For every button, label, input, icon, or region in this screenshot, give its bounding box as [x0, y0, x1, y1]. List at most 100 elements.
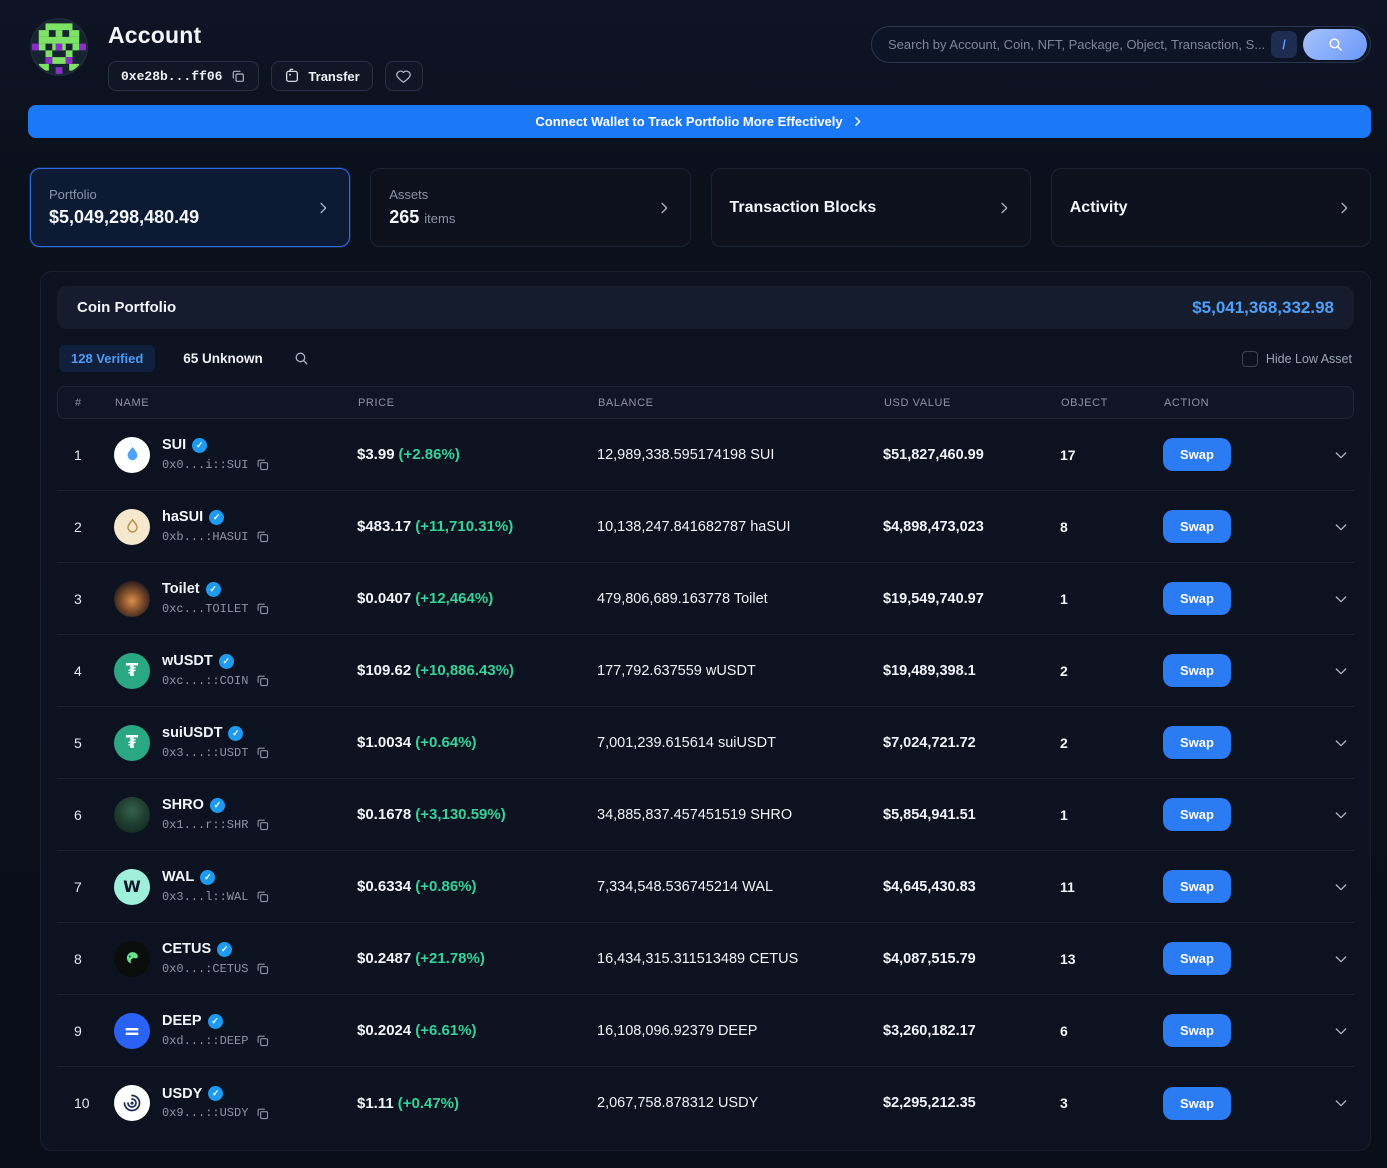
summary-cards: Portfolio $5,049,298,480.49 Assets 265it…	[30, 168, 1371, 247]
table-row[interactable]: 3 Toilet ✓ 0xc...TOILET $0.0407(+12,464%…	[57, 563, 1354, 635]
copy-coin-address-icon[interactable]	[255, 457, 270, 472]
copy-coin-address-icon[interactable]	[255, 745, 270, 760]
verified-badge-icon: ✓	[209, 510, 224, 525]
sui-coin-icon	[114, 437, 150, 473]
swap-button[interactable]: Swap	[1163, 654, 1231, 687]
portfolio-card-value: $5,049,298,480.49	[49, 207, 199, 228]
coin-rank: 7	[74, 879, 114, 895]
coin-price-cell: $0.0407(+12,464%)	[357, 590, 597, 607]
copy-coin-address-icon[interactable]	[255, 529, 270, 544]
wallet-icon	[284, 68, 300, 84]
coin-price: $0.0407	[357, 590, 411, 607]
swap-button[interactable]: Swap	[1163, 582, 1231, 615]
swap-button[interactable]: Swap	[1163, 1014, 1231, 1047]
assets-card[interactable]: Assets 265items	[370, 168, 690, 247]
table-row[interactable]: 4 ₮ wUSDT ✓ 0xc...::COIN $109.62(+10,886…	[57, 635, 1354, 707]
chevron-down-icon[interactable]	[1333, 951, 1349, 967]
coin-portfolio-panel: Coin Portfolio $5,041,368,332.98 128 Ver…	[40, 271, 1371, 1151]
favorite-button[interactable]	[385, 61, 423, 91]
table-row[interactable]: 9 = DEEP ✓ 0xd...::DEEP $0.2024(+6.61%) …	[57, 995, 1354, 1067]
table-row[interactable]: 2 haSUI ✓ 0xb...:HASUI $483.17(+11,710.3…	[57, 491, 1354, 563]
copy-coin-address-icon[interactable]	[255, 889, 270, 904]
chevron-down-icon[interactable]	[1333, 663, 1349, 679]
activity-card[interactable]: Activity	[1051, 168, 1371, 247]
col-balance: BALANCE	[598, 397, 884, 409]
swap-button[interactable]: Swap	[1163, 798, 1231, 831]
coin-address: 0xb...:HASUI	[162, 530, 248, 544]
coin-price-cell: $1.11(+0.47%)	[357, 1095, 597, 1112]
copy-address-icon[interactable]	[230, 68, 246, 84]
coin-price-cell: $0.1678(+3,130.59%)	[357, 806, 597, 823]
coin-address: 0x3...::USDT	[162, 746, 248, 760]
tab-unknown[interactable]: 65 Unknown	[183, 351, 263, 366]
verified-badge-icon: ✓	[217, 942, 232, 957]
price-change: (+0.64%)	[415, 734, 476, 751]
copy-coin-address-icon[interactable]	[255, 961, 270, 976]
table-row[interactable]: 1 SUI ✓ 0x0...i::SUI $3.99(+2.86%) 12,98…	[57, 419, 1354, 491]
coin-name: USDY	[162, 1086, 202, 1102]
copy-coin-address-icon[interactable]	[255, 1106, 270, 1121]
coin-address: 0xd...::DEEP	[162, 1034, 248, 1048]
usdy-coin-icon	[114, 1085, 150, 1121]
hide-low-asset-checkbox[interactable]	[1242, 351, 1258, 367]
connect-wallet-banner[interactable]: Connect Wallet to Track Portfolio More E…	[28, 105, 1371, 138]
coin-name: WAL	[162, 869, 194, 885]
transaction-blocks-label: Transaction Blocks	[730, 199, 877, 217]
table-row[interactable]: 5 ₮ suiUSDT ✓ 0x3...::USDT $1.0034(+0.64…	[57, 707, 1354, 779]
chevron-right-icon	[656, 200, 672, 216]
wusdt-coin-icon: ₮	[114, 653, 150, 689]
coin-portfolio-title: Coin Portfolio	[77, 299, 176, 316]
price-change: (+6.61%)	[415, 1022, 476, 1039]
swap-button[interactable]: Swap	[1163, 438, 1231, 471]
table-row[interactable]: 7 W WAL ✓ 0x3...l::WAL $0.6334(+0.86%) 7…	[57, 851, 1354, 923]
verified-badge-icon: ✓	[200, 870, 215, 885]
search-input[interactable]	[888, 37, 1271, 52]
col-price: PRICE	[358, 397, 598, 409]
chevron-down-icon[interactable]	[1333, 1095, 1349, 1111]
transaction-blocks-card[interactable]: Transaction Blocks	[711, 168, 1031, 247]
toilet-coin-icon	[114, 581, 150, 617]
object-count: 2	[1060, 663, 1163, 679]
chevron-down-icon[interactable]	[1333, 807, 1349, 823]
transfer-button[interactable]: Transfer	[271, 61, 372, 91]
copy-coin-address-icon[interactable]	[255, 817, 270, 832]
chevron-down-icon[interactable]	[1333, 591, 1349, 607]
chevron-right-icon	[1336, 200, 1352, 216]
account-address-chip[interactable]: 0xe28b...ff06	[108, 61, 259, 91]
coin-address: 0xc...::COIN	[162, 674, 248, 688]
swap-button[interactable]: Swap	[1163, 942, 1231, 975]
swap-button[interactable]: Swap	[1163, 726, 1231, 759]
coin-price-cell: $0.2487(+21.78%)	[357, 950, 597, 967]
object-count: 2	[1060, 735, 1163, 751]
swap-button[interactable]: Swap	[1163, 510, 1231, 543]
coin-price: $0.2024	[357, 1022, 411, 1039]
chevron-down-icon[interactable]	[1333, 1023, 1349, 1039]
coin-search-button[interactable]	[293, 350, 310, 367]
tab-verified[interactable]: 128 Verified	[59, 345, 155, 372]
coin-price: $3.99	[357, 446, 395, 463]
chevron-down-icon[interactable]	[1333, 735, 1349, 751]
table-row[interactable]: 6 SHRO ✓ 0x1...r::SHR $0.1678(+3,130.59%…	[57, 779, 1354, 851]
global-search-bar[interactable]: /	[871, 26, 1371, 63]
chevron-down-icon[interactable]	[1333, 519, 1349, 535]
coin-portfolio-total: $5,041,368,332.98	[1192, 298, 1334, 318]
copy-coin-address-icon[interactable]	[255, 1033, 270, 1048]
coin-price: $1.11	[357, 1095, 394, 1112]
object-count: 17	[1060, 447, 1163, 463]
coin-price: $0.6334	[357, 878, 411, 895]
swap-button[interactable]: Swap	[1163, 1087, 1231, 1120]
copy-coin-address-icon[interactable]	[255, 601, 270, 616]
chevron-down-icon[interactable]	[1333, 879, 1349, 895]
hide-low-asset-label: Hide Low Asset	[1266, 352, 1352, 366]
hide-low-asset-toggle[interactable]: Hide Low Asset	[1242, 351, 1352, 367]
price-change: (+0.86%)	[415, 878, 476, 895]
search-submit-button[interactable]	[1303, 29, 1367, 60]
copy-coin-address-icon[interactable]	[255, 673, 270, 688]
swap-button[interactable]: Swap	[1163, 870, 1231, 903]
coin-balance: 16,108,096.92379 DEEP	[597, 1023, 883, 1039]
price-change: (+0.47%)	[398, 1095, 459, 1112]
chevron-down-icon[interactable]	[1333, 447, 1349, 463]
portfolio-card[interactable]: Portfolio $5,049,298,480.49	[30, 168, 350, 247]
table-row[interactable]: 8 CETUS ✓ 0x0...:CETUS $0.2487(+21.78%) …	[57, 923, 1354, 995]
table-row[interactable]: 10 USDY ✓ 0x9...::USDY $1.11(+0.47%) 2,0…	[57, 1067, 1354, 1139]
